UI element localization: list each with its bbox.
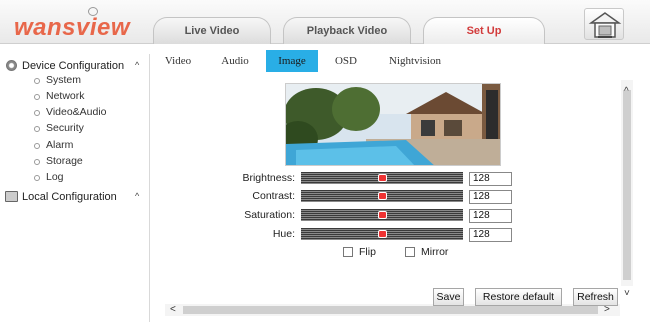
bullet-icon bbox=[34, 126, 40, 132]
sidebar-item-video-audio[interactable]: Video&Audio bbox=[0, 105, 150, 121]
mirror-checkbox[interactable] bbox=[405, 247, 415, 257]
computer-icon bbox=[5, 191, 18, 202]
tab-playback-video[interactable]: Playback Video bbox=[283, 17, 411, 44]
hue-slider-thumb[interactable] bbox=[378, 230, 387, 238]
sidebar-item-storage[interactable]: Storage bbox=[0, 154, 150, 170]
sidebar-item-label: Network bbox=[46, 90, 85, 102]
chevron-up-icon: ^ bbox=[135, 60, 140, 70]
gear-icon bbox=[6, 60, 17, 71]
contrast-slider[interactable] bbox=[301, 190, 463, 202]
save-button[interactable]: Save bbox=[433, 288, 464, 306]
sidebar-item-label: Video&Audio bbox=[46, 106, 107, 118]
saturation-slider-thumb[interactable] bbox=[378, 211, 387, 219]
brand-logo: wansview bbox=[14, 14, 131, 41]
brightness-value-input[interactable]: 128 bbox=[469, 172, 512, 186]
sidebar-item-security[interactable]: Security bbox=[0, 121, 150, 137]
subtab-image-label: Image bbox=[278, 55, 306, 67]
hue-value-input[interactable]: 128 bbox=[469, 228, 512, 242]
chevron-up-icon: ^ bbox=[135, 191, 140, 201]
bullet-icon bbox=[34, 175, 40, 181]
subtab-nightvision-label: Nightvision bbox=[389, 55, 441, 67]
bullet-icon bbox=[34, 110, 40, 116]
restore-default-button[interactable]: Restore default bbox=[475, 288, 562, 306]
sidebar-local-configuration[interactable]: Local Configuration ^ bbox=[0, 187, 150, 207]
brightness-slider[interactable] bbox=[301, 172, 463, 184]
tab-set-up[interactable]: Set Up bbox=[423, 17, 545, 44]
sidebar-item-label: Log bbox=[46, 171, 64, 183]
tab-live-video-label: Live Video bbox=[184, 25, 240, 37]
sidebar-item-label: Alarm bbox=[46, 139, 74, 151]
saturation-label: Saturation: bbox=[244, 209, 295, 221]
flip-checkbox[interactable] bbox=[343, 247, 353, 257]
bullet-icon bbox=[34, 94, 40, 100]
tab-playback-video-label: Playback Video bbox=[306, 25, 388, 37]
subtab-audio[interactable]: Audio bbox=[213, 50, 257, 72]
home-button[interactable] bbox=[584, 8, 624, 40]
bullet-icon bbox=[34, 78, 40, 84]
sidebar-item-log[interactable]: Log bbox=[0, 170, 150, 186]
home-icon bbox=[588, 12, 622, 38]
sidebar: Device Configuration ^ System Network Vi… bbox=[0, 54, 150, 322]
sidebar-item-label: Security bbox=[46, 122, 84, 134]
contrast-value-input[interactable]: 128 bbox=[469, 190, 512, 204]
horizontal-scrollbar-thumb[interactable] bbox=[183, 306, 598, 314]
scroll-up-icon[interactable]: ^ bbox=[624, 86, 629, 97]
hue-label: Hue: bbox=[272, 228, 295, 240]
tab-live-video[interactable]: Live Video bbox=[153, 17, 271, 44]
saturation-slider[interactable] bbox=[301, 209, 463, 221]
subtab-video-label: Video bbox=[164, 55, 192, 67]
flip-label: Flip bbox=[359, 246, 376, 258]
subtab-nightvision[interactable]: Nightvision bbox=[381, 50, 449, 72]
sidebar-item-system[interactable]: System bbox=[0, 73, 150, 89]
hue-slider[interactable] bbox=[301, 228, 463, 240]
vertical-scrollbar[interactable] bbox=[621, 80, 633, 286]
local-configuration-label: Local Configuration bbox=[22, 191, 117, 203]
subtab-image[interactable]: Image bbox=[266, 50, 318, 72]
contrast-label: Contrast: bbox=[252, 190, 295, 202]
refresh-button[interactable]: Refresh bbox=[573, 288, 618, 306]
scroll-down-icon[interactable]: ˅ bbox=[624, 288, 630, 299]
subtab-audio-label: Audio bbox=[221, 55, 249, 67]
subtab-osd[interactable]: OSD bbox=[327, 50, 365, 72]
sidebar-item-label: System bbox=[46, 74, 82, 86]
subtab-osd-label: OSD bbox=[334, 55, 357, 67]
device-configuration-label: Device Configuration bbox=[22, 60, 125, 72]
tab-set-up-label: Set Up bbox=[466, 25, 502, 37]
top-header: wansview Live Video Playback Video Set U… bbox=[0, 0, 650, 44]
camera-preview-image bbox=[285, 83, 501, 166]
bullet-icon bbox=[34, 159, 40, 165]
sidebar-item-network[interactable]: Network bbox=[0, 89, 150, 105]
contrast-slider-thumb[interactable] bbox=[378, 192, 387, 200]
saturation-value-input[interactable]: 128 bbox=[469, 209, 512, 223]
brightness-slider-thumb[interactable] bbox=[378, 174, 387, 182]
scroll-left-icon[interactable]: < bbox=[170, 304, 176, 315]
mirror-label: Mirror bbox=[421, 246, 449, 258]
vertical-scrollbar-thumb[interactable] bbox=[623, 90, 631, 280]
sidebar-item-alarm[interactable]: Alarm bbox=[0, 138, 150, 154]
bullet-icon bbox=[34, 143, 40, 149]
logo-mark-icon bbox=[88, 7, 98, 16]
subtab-video[interactable]: Video bbox=[158, 50, 198, 72]
sidebar-item-label: Storage bbox=[46, 155, 83, 167]
brightness-label: Brightness: bbox=[242, 172, 295, 184]
